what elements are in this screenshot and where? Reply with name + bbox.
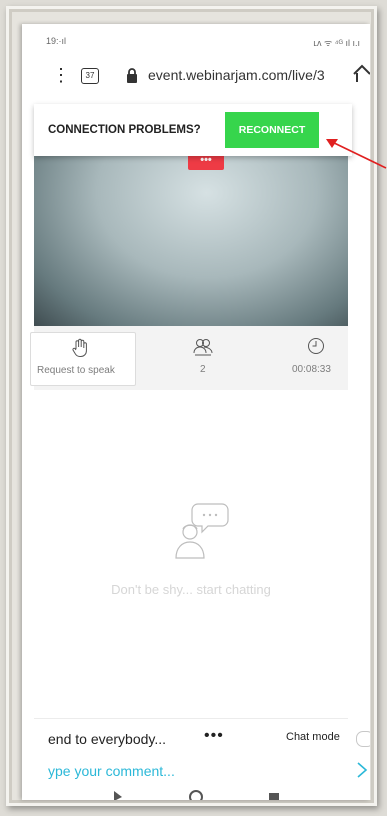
comment-input[interactable] bbox=[48, 759, 338, 783]
session-controls: Request to speak 2 00:08:33 bbox=[30, 326, 348, 390]
chat-mode-label: Chat mode bbox=[286, 731, 340, 743]
browser-menu-icon[interactable]: ⋮ bbox=[52, 66, 70, 84]
browser-address-bar: ⋮ 37 event.webinarjam.com/live/3 bbox=[22, 52, 370, 104]
chat-mode-toggle[interactable] bbox=[356, 731, 370, 747]
clock-icon bbox=[308, 338, 324, 354]
home-icon[interactable] bbox=[352, 64, 370, 84]
request-to-speak-label: Request to speak bbox=[37, 365, 115, 376]
send-to-selector[interactable]: end to everybody... bbox=[48, 731, 166, 747]
back-nav-icon bbox=[114, 791, 122, 800]
status-left: 19:·ıl bbox=[46, 36, 67, 46]
session-timer: 00:08:33 bbox=[292, 364, 331, 375]
home-nav-icon bbox=[189, 790, 203, 800]
connection-problems-banner: CONNECTION PROBLEMS? RECONNECT bbox=[34, 104, 352, 156]
chat-empty-message: Don't be shy... start chatting bbox=[111, 582, 271, 597]
phone-screen: 19:·ıl ʟᴧ ᯤ ⁴ᴳ ıl ı.ı ⋮ 37 event.webinar… bbox=[22, 24, 370, 800]
recents-nav-icon bbox=[269, 793, 279, 800]
url-text[interactable]: event.webinarjam.com/live/3 bbox=[148, 67, 325, 83]
attendees-count: 2 bbox=[200, 364, 206, 375]
send-icon[interactable] bbox=[356, 761, 370, 779]
android-nav-bar bbox=[114, 790, 279, 800]
chat-area: Don't be shy... start chatting bbox=[34, 390, 348, 718]
red-pointer-arrow bbox=[326, 139, 387, 169]
request-to-speak-button[interactable]: Request to speak bbox=[30, 332, 136, 386]
status-bar: 19:·ıl ʟᴧ ᯤ ⁴ᴳ ıl ı.ı bbox=[22, 24, 370, 52]
more-options-icon[interactable]: ••• bbox=[204, 727, 224, 745]
status-right: ʟᴧ ᯤ ⁴ᴳ ıl ı.ı bbox=[313, 38, 360, 48]
attendees-icon bbox=[193, 339, 213, 356]
raise-hand-icon bbox=[72, 338, 87, 357]
connection-problems-text: CONNECTION PROBLEMS? bbox=[48, 124, 201, 136]
live-badge: ••• bbox=[188, 154, 224, 170]
chat-empty-icon bbox=[175, 503, 229, 559]
lock-icon bbox=[127, 68, 137, 83]
tab-count-button[interactable]: 37 bbox=[81, 68, 99, 84]
chat-footer: end to everybody... ••• Chat mode bbox=[34, 718, 370, 800]
reconnect-button[interactable]: RECONNECT bbox=[225, 112, 319, 148]
